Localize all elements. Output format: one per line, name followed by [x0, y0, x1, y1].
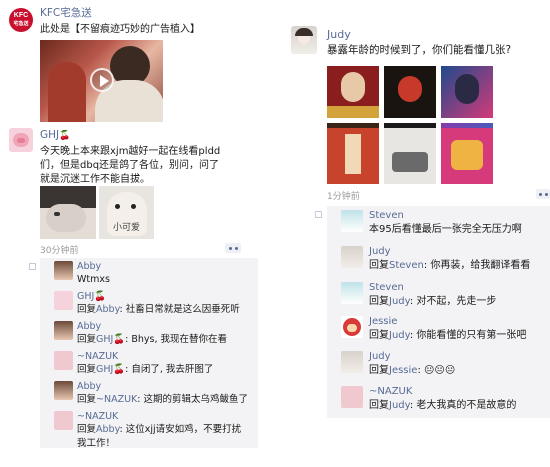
judy-time: 1分钟前	[327, 192, 360, 202]
comment-author[interactable]: Abby	[77, 261, 101, 273]
judy-avatar-small[interactable]	[341, 246, 363, 268]
grid-photo[interactable]	[384, 66, 436, 118]
comment-row[interactable]: Abby 回复~NAZUK: 这期的剪辑太乌鸡鲅鱼了	[40, 381, 258, 409]
judy-name[interactable]: Judy	[327, 28, 351, 41]
left-feed: KFC 宅急送 KFC宅急送 此处是【不留痕迹巧妙的广告植入】 GHJ🍒 今天晚…	[0, 0, 268, 467]
comment-box: ▢ Steven 本95后看懂最后一张完全无压力啊 Judy 回复Steven:…	[314, 206, 550, 418]
comment-text: 回复~NAZUK: 这期的剪辑太乌鸡鲅鱼了	[77, 394, 249, 405]
comment-row[interactable]: Steven 本95后看懂最后一张完全无压力啊	[327, 210, 550, 240]
abby-avatar[interactable]	[54, 321, 73, 340]
ghj-time: 30分钟前	[40, 246, 79, 256]
judy-avatar-small[interactable]	[341, 351, 363, 373]
ghj-post-line-3: 就是沉迷工作不能自拔。	[40, 174, 150, 185]
comment-text: 回复Judy: 老大我真的不是故意的	[369, 400, 517, 411]
comment-text: 本95后看懂最后一张完全无压力啊	[369, 224, 522, 235]
right-feed: Judy 暴露年龄的时候到了，你们能看懂几张? 1分钟前 ▢ Steven 本9…	[278, 0, 550, 467]
comment-author[interactable]: Steven	[369, 282, 404, 294]
comment-author[interactable]: Judy	[369, 351, 391, 363]
judy-avatar[interactable]	[291, 26, 317, 54]
comment-text: 回复Steven: 你再装，给我翻译看看	[369, 260, 531, 271]
comment-icon: ▢	[28, 262, 37, 272]
more-actions-button[interactable]	[225, 243, 241, 253]
video-scene-child	[48, 62, 86, 122]
abby-avatar[interactable]	[54, 261, 73, 280]
ghj-avatar[interactable]	[9, 128, 33, 152]
photo-grid	[327, 66, 493, 184]
kfc-logo: KFC 宅急送	[13, 12, 29, 27]
comment-text: 回复Abby: 社畜日常就是这么因垂死听	[77, 304, 240, 315]
comment-author[interactable]: ~NAZUK	[77, 351, 118, 363]
comment-author[interactable]: ~NAZUK	[77, 411, 118, 423]
comment-row[interactable]: Abby 回复GHJ🍒: Bhys, 我现在替你在看	[40, 321, 258, 349]
comment-row[interactable]: ~NAZUK 回复Abby: 这位xjj请安如鸡，不要打扰 我工作！	[40, 411, 258, 449]
comment-text: 回复GHJ🍒: Bhys, 我现在替你在看	[77, 334, 228, 345]
nazuk-avatar[interactable]	[54, 351, 73, 370]
comment-row[interactable]: Judy 回复Jessie: 😐😐😐	[327, 351, 550, 381]
comment-icon: ▢	[314, 210, 323, 220]
comment-row[interactable]: Steven 回复Judy: 对不起，先走一步	[327, 282, 550, 312]
ghj-name[interactable]: GHJ🍒	[40, 129, 70, 143]
ghj-avatar-small[interactable]	[54, 291, 73, 310]
comment-row[interactable]: ~NAZUK 回复Judy: 老大我真的不是故意的	[327, 386, 550, 416]
steven-avatar[interactable]	[341, 210, 363, 232]
comment-author[interactable]: Judy	[369, 246, 391, 258]
grid-photo[interactable]	[441, 128, 493, 184]
cherry-icon: 🍒	[59, 131, 71, 141]
ad-name[interactable]: KFC宅急送	[40, 7, 92, 20]
comment-author[interactable]: Abby	[77, 321, 101, 333]
judy-post-text: 暴露年龄的时候到了，你们能看懂几张?	[327, 44, 512, 56]
comment-author[interactable]: Jessie	[369, 316, 397, 328]
photo-caption: 小可爱	[113, 223, 141, 233]
comment-text: 回复Abby: 这位xjj请安如鸡，不要打扰	[77, 424, 242, 435]
comment-text: 回复GHJ🍒: 自闭了, 我去肝图了	[77, 364, 214, 375]
comment-author[interactable]: ~NAZUK	[369, 386, 412, 398]
ghj-photo-1[interactable]	[40, 186, 96, 239]
comment-text: 回复Judy: 对不起，先走一步	[369, 296, 497, 307]
grid-photo[interactable]	[441, 66, 493, 118]
comment-author[interactable]: Steven	[369, 210, 404, 222]
jessie-avatar[interactable]	[341, 316, 363, 338]
grid-photo[interactable]	[327, 66, 379, 118]
comment-row[interactable]: GHJ🍒 回复Abby: 社畜日常就是这么因垂死听	[40, 291, 258, 319]
comment-author[interactable]: GHJ🍒	[77, 291, 106, 303]
cat-shape	[46, 204, 86, 232]
abby-avatar[interactable]	[54, 381, 73, 400]
comment-text: 回复Jessie: 😐😐😐	[369, 365, 456, 376]
nazuk-avatar[interactable]	[54, 411, 73, 430]
steven-avatar[interactable]	[341, 282, 363, 304]
comment-text-line-2: 我工作！	[77, 438, 116, 449]
nazuk-avatar[interactable]	[341, 386, 363, 408]
ad-video-thumbnail[interactable]	[40, 40, 163, 122]
comment-text: Wtmxs	[77, 274, 110, 285]
comment-text: 回复Judy: 你能看懂的只有第一张吧	[369, 330, 527, 341]
ad-text: 此处是【不留痕迹巧妙的广告植入】	[40, 24, 200, 35]
comment-author[interactable]: Abby	[77, 381, 101, 393]
kfc-avatar[interactable]: KFC 宅急送	[9, 8, 33, 32]
play-icon[interactable]	[90, 68, 114, 92]
comment-box: ▢ Abby Wtmxs GHJ🍒 回复Abby: 社畜日常就是这么因垂死听 A…	[28, 258, 258, 449]
comment-row[interactable]: Judy 回复Steven: 你再装，给我翻译看看	[327, 246, 550, 276]
ghj-post-line-1: 今天晚上本来跟xjm越好一起在线看pldd	[40, 146, 221, 157]
comment-row[interactable]: Abby Wtmxs	[40, 261, 258, 289]
grid-photo[interactable]	[384, 128, 436, 184]
comment-row[interactable]: ~NAZUK 回复GHJ🍒: 自闭了, 我去肝图了	[40, 351, 258, 379]
ghj-photo-2[interactable]: 小可爱	[99, 186, 154, 239]
more-actions-button[interactable]	[536, 189, 550, 199]
comment-row[interactable]: Jessie 回复Judy: 你能看懂的只有第一张吧	[327, 316, 550, 346]
grid-photo[interactable]	[327, 128, 379, 184]
ghj-post-line-2: 们，但是dbq还是鸽了各位，别问，问了	[40, 160, 220, 171]
